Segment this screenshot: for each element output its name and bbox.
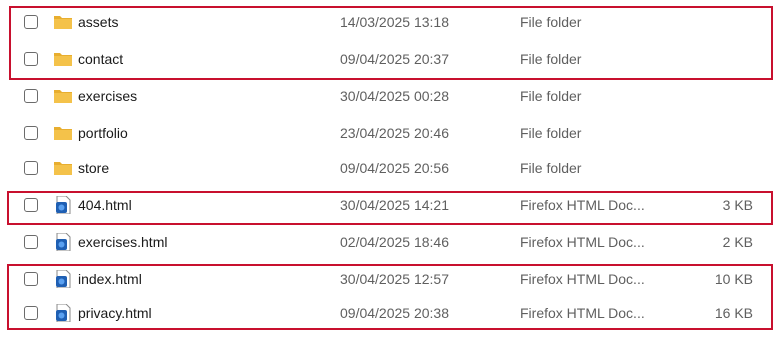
row-checkbox[interactable] bbox=[24, 235, 38, 249]
file-type: File folder bbox=[520, 125, 582, 141]
file-name: store bbox=[78, 160, 110, 176]
file-row-assets[interactable]: assets 14/03/2025 13:18 File folder bbox=[0, 6, 783, 42]
file-row-portfolio[interactable]: portfolio 23/04/2025 20:46 File folder bbox=[0, 117, 783, 153]
file-row-store[interactable]: store 09/04/2025 20:56 File folder bbox=[0, 152, 783, 188]
row-checkbox[interactable] bbox=[24, 15, 38, 29]
file-type: File folder bbox=[520, 88, 582, 104]
file-type: Firefox HTML Doc... bbox=[520, 197, 645, 213]
file-row-privacy-html[interactable]: privacy.html 09/04/2025 20:38 Firefox HT… bbox=[0, 297, 783, 333]
file-name: exercises.html bbox=[78, 234, 168, 250]
file-row-index-html[interactable]: index.html 30/04/2025 12:57 Firefox HTML… bbox=[0, 263, 783, 299]
file-list: assets 14/03/2025 13:18 File folder cont… bbox=[0, 0, 783, 341]
row-checkbox[interactable] bbox=[24, 161, 38, 175]
file-size: 2 KB bbox=[722, 234, 753, 250]
html-file-icon bbox=[53, 232, 73, 252]
file-date-modified: 09/04/2025 20:38 bbox=[340, 305, 449, 321]
row-checkbox[interactable] bbox=[24, 306, 38, 320]
file-name: index.html bbox=[78, 271, 142, 287]
file-date-modified: 09/04/2025 20:56 bbox=[340, 160, 449, 176]
file-size: 16 KB bbox=[714, 305, 753, 321]
folder-icon bbox=[53, 124, 73, 142]
file-date-modified: 09/04/2025 20:37 bbox=[340, 51, 449, 67]
file-type: Firefox HTML Doc... bbox=[520, 305, 645, 321]
file-date-modified: 02/04/2025 18:46 bbox=[340, 234, 449, 250]
html-file-icon bbox=[53, 303, 73, 323]
row-checkbox[interactable] bbox=[24, 272, 38, 286]
file-size: 10 KB bbox=[714, 271, 753, 287]
folder-icon bbox=[53, 159, 73, 177]
file-row-exercises-html[interactable]: exercises.html 02/04/2025 18:46 Firefox … bbox=[0, 226, 783, 262]
file-name: privacy.html bbox=[78, 305, 152, 321]
folder-icon bbox=[53, 50, 73, 68]
file-type: Firefox HTML Doc... bbox=[520, 271, 645, 287]
file-date-modified: 30/04/2025 14:21 bbox=[340, 197, 449, 213]
folder-icon bbox=[53, 13, 73, 31]
file-size: 3 KB bbox=[722, 197, 753, 213]
file-date-modified: 23/04/2025 20:46 bbox=[340, 125, 449, 141]
folder-icon bbox=[53, 87, 73, 105]
file-name: contact bbox=[78, 51, 124, 67]
file-row-404-html[interactable]: 404.html 30/04/2025 14:21 Firefox HTML D… bbox=[0, 189, 783, 225]
row-checkbox[interactable] bbox=[24, 126, 38, 140]
file-date-modified: 30/04/2025 12:57 bbox=[340, 271, 449, 287]
file-name: assets bbox=[78, 14, 119, 30]
file-type: File folder bbox=[520, 51, 582, 67]
row-checkbox[interactable] bbox=[24, 89, 38, 103]
file-name: exercises bbox=[78, 88, 138, 104]
file-type: File folder bbox=[520, 160, 582, 176]
html-file-icon bbox=[53, 195, 73, 215]
file-name: portfolio bbox=[78, 125, 128, 141]
row-checkbox[interactable] bbox=[24, 52, 38, 66]
html-file-icon bbox=[53, 269, 73, 289]
file-name: 404.html bbox=[78, 197, 132, 213]
file-row-contact[interactable]: contact 09/04/2025 20:37 File folder bbox=[0, 43, 783, 79]
file-type: Firefox HTML Doc... bbox=[520, 234, 645, 250]
file-date-modified: 30/04/2025 00:28 bbox=[340, 88, 449, 104]
row-checkbox[interactable] bbox=[24, 198, 38, 212]
file-date-modified: 14/03/2025 13:18 bbox=[340, 14, 449, 30]
file-type: File folder bbox=[520, 14, 582, 30]
file-row-exercises[interactable]: exercises 30/04/2025 00:28 File folder bbox=[0, 80, 783, 116]
